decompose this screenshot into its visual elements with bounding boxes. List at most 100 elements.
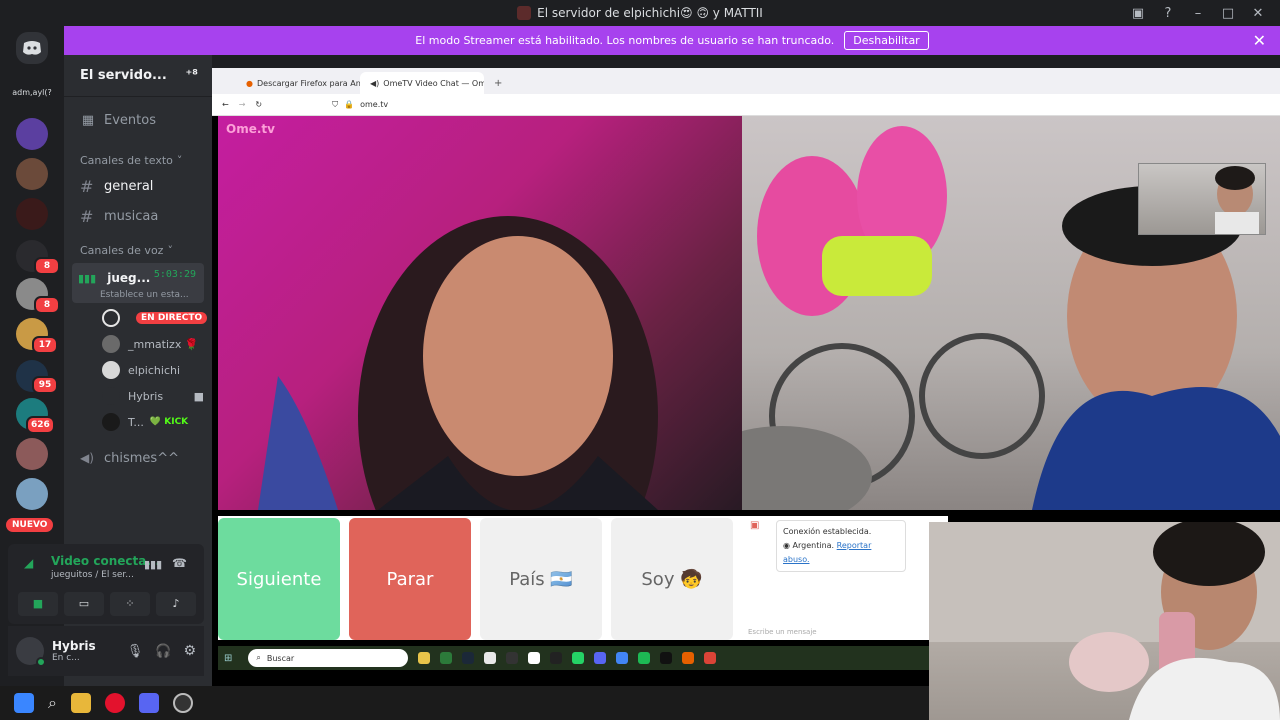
mention-badge: 95 [32,376,58,394]
voice-member[interactable]: elpichichi [64,357,212,383]
windows-start-icon[interactable] [14,693,34,713]
close-icon[interactable]: ✕ [1250,6,1266,21]
server-icon[interactable] [16,478,48,510]
nvidia-icon[interactable] [440,652,453,664]
server-icon[interactable] [16,198,48,230]
mention-badge: 626 [26,416,55,434]
disconnect-icon[interactable]: ☎ [172,556,187,570]
text-category[interactable]: Canales de texto ˅ [64,149,212,171]
voice-category[interactable]: Canales de voz ˅ [64,239,212,261]
folder-label[interactable]: adm,ayl(? [6,88,58,97]
address-bar: ← → ↻ ⛉ 🔒 ome.tv [212,94,1280,116]
chat-message-text: Conexión establecida. [783,527,872,536]
soundboard-button[interactable]: ♪ [156,592,196,616]
next-button[interactable]: Siguiente [218,518,340,640]
server-header[interactable]: El servido... ⁺⁸ [64,55,212,97]
member-name: T... [128,415,144,429]
help-icon[interactable]: ? [1160,6,1176,21]
activities-button[interactable]: ⁘ [110,592,150,616]
windows-start-icon[interactable]: ⊞ [224,653,232,664]
avatar[interactable] [16,637,46,667]
maximize-icon[interactable]: □ [1220,6,1236,21]
channel-label: general [104,178,154,194]
microphone-icon[interactable]: 🎙 [127,644,144,659]
spotify-icon[interactable] [638,652,651,664]
member-name: _mmatizx 🌹 [128,337,199,351]
file-explorer-icon[interactable] [70,693,91,713]
voice-channel-chismes[interactable]: ◀) chismes^^ [64,443,212,473]
stop-button[interactable]: Parar [349,518,471,640]
voice-member[interactable]: Hybris ■ [64,383,212,409]
country-button[interactable]: País 🇦🇷 [480,518,602,640]
document-icon[interactable] [528,652,541,664]
channel-general[interactable]: # general [64,171,212,201]
ometv-chat-icon: ▣ [750,520,760,531]
gender-button[interactable]: Soy 🧒 [611,518,733,640]
chrome-icon[interactable] [616,652,629,664]
server-icon[interactable] [16,118,48,150]
back-icon[interactable]: ← [222,100,229,109]
voice-connection-subtitle[interactable]: jueguitos / El ser... [51,570,134,580]
chat-message: Conexión establecida. ◉ Argentina. Repor… [776,520,906,572]
banner-text: El modo Streamer está habilitado. Los no… [415,34,835,47]
app-icon[interactable] [550,652,563,664]
inbox-icon[interactable]: ▣ [1130,6,1146,21]
streamer-search-box[interactable]: ⌕ Buscar [248,649,409,667]
discord-icon[interactable] [594,652,607,664]
new-tab-icon[interactable]: + [494,78,502,89]
headphones-icon[interactable]: 🎧 [155,644,171,659]
voice-connection-panel: ◢ Video conecta... jueguitos / El ser...… [8,544,204,624]
app-icon[interactable] [506,652,519,664]
screen-share-button[interactable]: ▭ [64,592,104,616]
voice-member[interactable]: _mmatizx 🌹 [64,331,212,357]
self-preview-frame [1215,166,1259,234]
obs-icon[interactable] [660,652,673,664]
browser-tab[interactable]: ● Descargar Firefox para Android [236,72,360,94]
voice-member[interactable]: T... 💚 KICK [64,409,212,435]
voice-channel-active[interactable]: ▮▮▮ jueg... 5:03:29 Establece un esta... [72,263,204,303]
firefox-icon: ● [246,78,253,88]
server-icon[interactable] [16,158,48,190]
ometv-icon: ◀) [370,78,380,88]
events-item[interactable]: ▦ Eventos [64,105,212,135]
channel-label: chismes^^ [104,450,179,466]
reload-icon[interactable]: ↻ [255,100,262,109]
channel-musicaa[interactable]: # musicaa [64,201,212,231]
server-icon [517,6,532,20]
chat-input[interactable]: Escribe un mensaje [748,628,817,636]
invite-icon[interactable]: ⁺⁸ [185,68,198,83]
noise-suppression-icon[interactable]: ▮▮▮ [144,558,162,571]
channel-label: musicaa [104,208,159,224]
firefox-icon[interactable] [682,652,695,664]
avatar [102,309,120,327]
app-icon[interactable] [484,652,497,664]
tab-label: OmeTV Video Chat — Ome... [383,78,484,88]
chrome-icon[interactable] [704,652,717,664]
opera-icon[interactable] [104,693,125,713]
forward-icon[interactable]: → [239,100,246,109]
voice-member[interactable]: EN DIRECTO [64,305,212,331]
streamer-mode-banner: El modo Streamer está habilitado. Los no… [64,26,1280,55]
app-icon[interactable] [172,693,193,713]
minimize-icon[interactable]: – [1190,6,1206,21]
file-explorer-icon[interactable] [418,652,431,664]
discord-home-icon[interactable] [16,32,48,64]
hash-icon: # [80,206,94,226]
close-icon[interactable]: ✕ [1253,31,1266,50]
camera-toggle-button[interactable]: ■ [18,592,58,616]
server-name: El servido... [80,68,167,83]
avatar [102,335,120,353]
tab-label: Descargar Firefox para Android [256,78,360,88]
url-text[interactable]: ome.tv [360,100,388,109]
whatsapp-icon[interactable] [572,652,585,664]
disable-streamer-button[interactable]: Deshabilitar [844,31,929,50]
avatar [102,413,120,431]
gear-icon[interactable]: ⚙ [183,643,196,659]
stranger-video-frame [258,216,658,510]
steam-icon[interactable] [462,652,475,664]
user-status: En c... [52,653,80,663]
browser-tab-active[interactable]: ◀) OmeTV Video Chat — Ome... [360,72,484,94]
discord-icon[interactable] [138,693,159,713]
server-icon[interactable] [16,438,48,470]
search-icon[interactable]: ⌕ [48,693,57,713]
